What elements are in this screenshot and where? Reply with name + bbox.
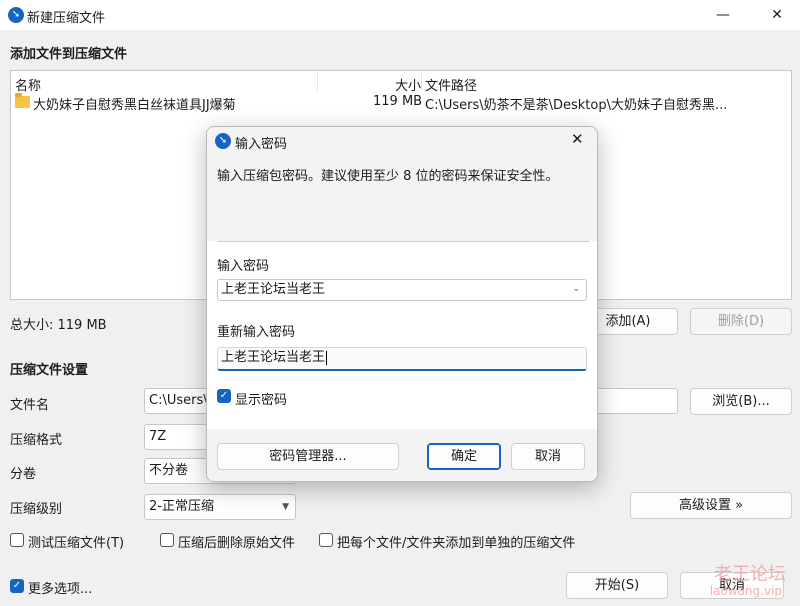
window-title: 新建压缩文件 (27, 11, 106, 26)
more-options-checkbox[interactable]: ✓ (10, 579, 24, 593)
level-select[interactable]: 2-正常压缩 ▼ (144, 494, 296, 520)
row-path: C:\Users\奶茶不是茶\Desktop\大奶妹子自慰秀黑... (425, 98, 728, 113)
watermark-text: 老王论坛 (714, 564, 786, 585)
reenter-password-input[interactable]: 上老王论坛当老王 (217, 347, 587, 371)
delete-original-checkbox[interactable] (160, 533, 174, 547)
more-options-label[interactable]: 更多选项... (28, 578, 92, 597)
add-files-heading: 添加文件到压缩文件 (10, 47, 128, 62)
level-value: 2-正常压缩 (149, 499, 214, 514)
dialog-divider (217, 241, 589, 242)
password-manager-button[interactable]: 密码管理器... (217, 443, 399, 470)
chevron-down-icon[interactable]: ⌄ (572, 279, 580, 299)
row-size: 119 MB (373, 94, 423, 109)
browse-button[interactable]: 浏览(B)... (690, 388, 792, 415)
column-divider (421, 71, 422, 91)
volume-label: 分卷 (10, 467, 37, 482)
row-name: 大奶妹子自慰秀黑白丝袜道具JJ爆菊 (33, 98, 236, 113)
text-caret (326, 350, 328, 365)
show-password-checkbox[interactable]: ✓ (217, 389, 231, 403)
reenter-password-value: 上老王论坛当老王 (221, 350, 326, 365)
password-value: 上老王论坛当老王 (221, 282, 326, 297)
level-label: 压缩级别 (10, 502, 63, 517)
format-value: 7Z (149, 429, 167, 444)
dialog-description: 输入压缩包密码。建议使用至少 8 位的密码来保证安全性。 (217, 169, 559, 184)
password-label: 输入密码 (217, 259, 270, 274)
separate-archives-label[interactable]: 把每个文件/文件夹添加到单独的压缩文件 (337, 532, 575, 551)
total-size: 总大小: 119 MB (10, 318, 107, 333)
advanced-settings-button[interactable]: 高级设置 » (630, 492, 792, 519)
filename-label: 文件名 (10, 398, 50, 413)
format-label: 压缩格式 (10, 433, 63, 448)
column-divider (317, 71, 318, 91)
app-logo-icon: ➘ (215, 133, 231, 149)
folder-icon (15, 93, 30, 108)
dialog-close-icon[interactable]: ✕ (571, 130, 584, 148)
password-input[interactable]: 上老王论坛当老王 ⌄ (217, 279, 587, 301)
watermark-url: laowang.vip (709, 584, 782, 598)
delete-button[interactable]: 删除(D) (690, 308, 792, 335)
title-bar: ➘ 新建压缩文件 — ✕ (0, 0, 800, 30)
separate-archives-checkbox[interactable] (319, 533, 333, 547)
dialog-title: 输入密码 (235, 137, 288, 152)
dialog-cancel-button[interactable]: 取消 (511, 443, 585, 470)
ok-button[interactable]: 确定 (427, 443, 501, 470)
table-row[interactable]: 大奶妹子自慰秀黑白丝袜道具JJ爆菊 119 MB C:\Users\奶茶不是茶\… (11, 91, 791, 113)
reenter-password-label: 重新输入密码 (217, 325, 296, 340)
app-logo-icon: ➘ (8, 7, 24, 23)
settings-heading: 压缩文件设置 (10, 363, 89, 378)
close-icon[interactable]: ✕ (754, 0, 800, 30)
delete-original-label[interactable]: 压缩后删除原始文件 (178, 532, 295, 551)
chevron-down-icon: ▼ (282, 502, 289, 512)
start-button[interactable]: 开始(S) (566, 572, 668, 599)
test-archive-checkbox[interactable] (10, 533, 24, 547)
volume-value: 不分卷 (149, 463, 189, 478)
minimize-icon[interactable]: — (700, 0, 746, 30)
test-archive-label[interactable]: 测试压缩文件(T) (28, 532, 124, 551)
show-password-label[interactable]: 显示密码 (235, 389, 287, 408)
password-dialog: ➘ 输入密码 ✕ 输入压缩包密码。建议使用至少 8 位的密码来保证安全性。 输入… (206, 126, 598, 482)
